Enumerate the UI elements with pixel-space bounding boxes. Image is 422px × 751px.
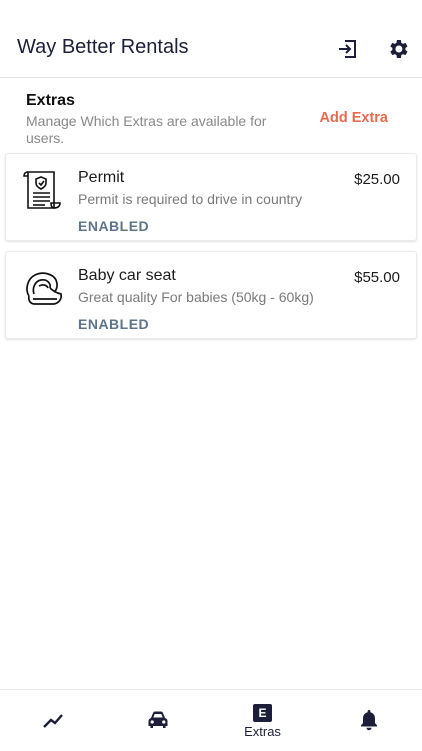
nav-item-notifications[interactable]: [316, 690, 421, 751]
extra-card-permit[interactable]: Permit Permit is required to drive in co…: [5, 153, 417, 241]
extras-section-header: Extras Manage Which Extras are available…: [26, 92, 406, 147]
nav-label-extras: Extras: [244, 724, 281, 739]
bell-icon: [360, 710, 377, 731]
extra-description: Permit is required to drive in country: [78, 191, 303, 207]
nav-item-extras[interactable]: E Extras: [210, 690, 315, 751]
add-extra-button[interactable]: Add Extra: [320, 110, 389, 126]
extra-card-baby-car-seat[interactable]: Baby car seat Great quality For babies (…: [5, 251, 417, 339]
extra-price: $55.00: [354, 269, 400, 286]
status-badge: ENABLED: [78, 218, 150, 234]
app-title: Way Better Rentals: [17, 36, 189, 58]
nav-item-stats[interactable]: [0, 690, 105, 751]
nav-item-cars[interactable]: [105, 690, 210, 751]
extras-icon: E: [253, 704, 272, 722]
baby-car-seat-icon: [21, 266, 67, 312]
section-title: Extras: [26, 92, 75, 109]
permit-document-icon: [21, 168, 67, 214]
app-header: Way Better Rentals: [0, 0, 422, 78]
car-icon: [148, 711, 167, 728]
section-subtitle: Manage Which Extras are available for us…: [26, 113, 267, 146]
extra-name: Baby car seat: [78, 267, 176, 284]
bottom-nav: E Extras: [0, 689, 422, 750]
status-badge: ENABLED: [78, 316, 150, 332]
extra-description: Great quality For babies (50kg - 60kg): [78, 289, 314, 305]
extra-price: $25.00: [354, 171, 400, 188]
gear-icon[interactable]: [386, 37, 410, 61]
extra-name: Permit: [78, 169, 125, 186]
chart-icon: [42, 714, 63, 728]
logout-icon[interactable]: [336, 37, 360, 61]
